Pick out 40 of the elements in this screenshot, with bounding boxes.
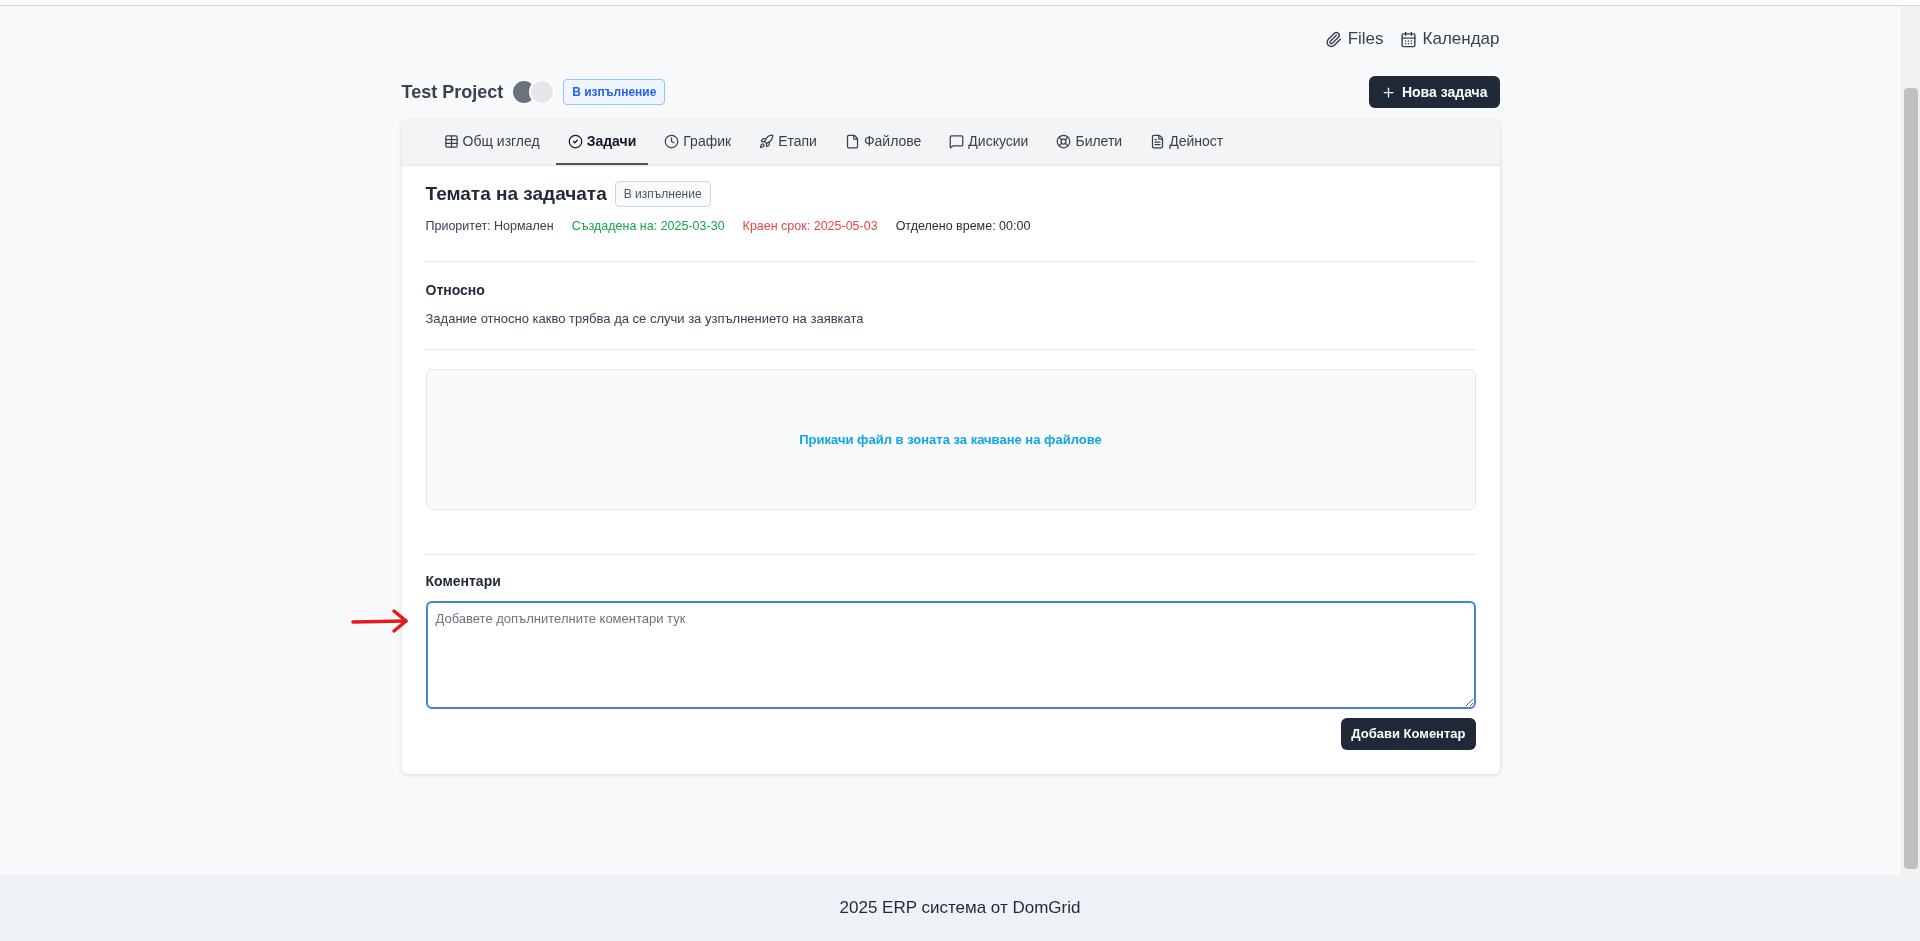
add-comment-button[interactable]: Добави Коментар: [1341, 717, 1476, 750]
header-link[interactable]: Files: [1324, 26, 1384, 52]
calendar-icon: [1399, 30, 1417, 48]
tab[interactable]: Общ изглед: [431, 120, 552, 165]
clock-icon: [664, 134, 680, 149]
tab[interactable]: График: [652, 120, 744, 165]
footer-text: 2025 ERP система от DomGrid: [839, 897, 1081, 920]
lifebuoy-icon: [1056, 134, 1072, 149]
task-meta: Отделено време: 00:00: [895, 217, 1031, 235]
check-circle-icon: [567, 134, 583, 149]
task-description: Задание относно какво трябва да се случи за узпълнението на заявката: [425, 310, 865, 329]
avatar: [529, 79, 556, 105]
tab[interactable]: Файлове: [832, 120, 934, 165]
dropzone-text: Прикачи файл в зоната за качване на файлове: [799, 430, 1102, 449]
section-heading: Относно: [425, 281, 486, 301]
scrollbar[interactable]: [1901, 6, 1920, 875]
task-meta: Създадена на: 2025-03-30: [571, 217, 725, 235]
tab[interactable]: Дискусии: [937, 120, 1041, 165]
header-link[interactable]: Календар: [1399, 26, 1500, 52]
speech-bubble-icon: [949, 134, 965, 149]
task-meta: Краен срок: 2025-05-03: [742, 217, 878, 235]
project-title: Test Project: [401, 80, 504, 104]
new-task-button[interactable]: Нова задача: [1368, 76, 1500, 108]
status-badge: В изпълнение: [563, 79, 666, 105]
paperclip-icon: [1324, 30, 1342, 48]
comment-field[interactable]: Добавете допълнителните коментари тук: [425, 600, 1476, 709]
file-icon: [844, 134, 860, 149]
status-badge: В изпълнение: [614, 181, 711, 208]
section-heading: Коментари: [425, 571, 502, 591]
grid-icon: [443, 134, 459, 149]
tab[interactable]: Етапи: [747, 120, 829, 165]
rocket-icon: [759, 134, 775, 149]
task-meta: Приоритет: Нормален: [425, 217, 554, 235]
tab[interactable]: Билети: [1044, 120, 1135, 165]
tab[interactable]: Дейност: [1138, 120, 1236, 165]
tab[interactable]: Задачи: [555, 120, 649, 165]
plus-icon: [1380, 84, 1396, 100]
arrow-drawing: [349, 607, 410, 634]
task-title: Темата на задачата: [425, 182, 607, 206]
document-icon: [1150, 134, 1166, 149]
